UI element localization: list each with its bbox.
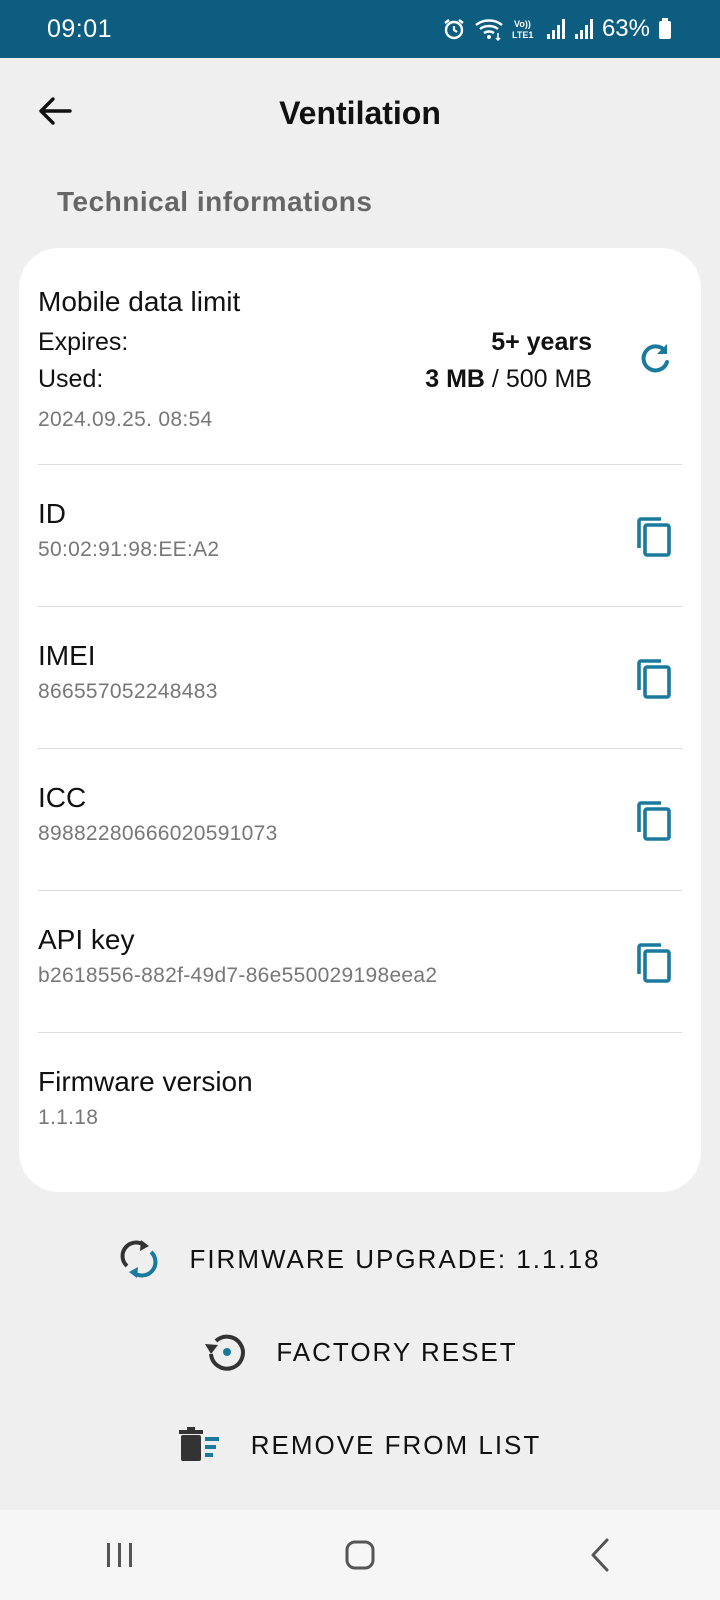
delete-list-icon — [178, 1427, 219, 1461]
api-key-title: API key — [38, 924, 135, 955]
wifi-icon — [475, 19, 503, 41]
copy-api-key-button[interactable] — [629, 938, 681, 990]
copy-id-button[interactable] — [629, 512, 681, 564]
used-line: Used: 3 MB / 500 MB — [38, 365, 592, 394]
battery-icon — [659, 18, 671, 39]
status-icons: Vo)) LTE1 63% — [442, 15, 672, 43]
factory-reset-label: FACTORY RESET — [276, 1336, 518, 1367]
volte-icon: Vo)) LTE1 — [512, 19, 533, 40]
used-value-group: 3 MB / 500 MB — [425, 365, 592, 394]
api-key-value: b2618556-882f-49d7-86e550029198eea2 — [38, 964, 438, 987]
svg-text:Vo)): Vo)) — [514, 19, 531, 29]
imei-row: IMEI 866557052248483 — [38, 640, 682, 704]
factory-reset-button[interactable]: FACTORY RESET — [0, 1317, 720, 1387]
app-bar: Ventilation — [0, 58, 720, 168]
recents-icon — [107, 1543, 132, 1567]
id-title: ID — [38, 498, 66, 529]
back-chevron-icon — [591, 1538, 609, 1572]
icc-title: ICC — [38, 782, 87, 813]
copy-icc-button[interactable] — [629, 796, 681, 848]
id-row: ID 50:02:91:98:EE:A2 — [38, 498, 682, 562]
data-timestamp: 2024.09.25. 08:54 — [38, 408, 213, 431]
signal-icon — [546, 19, 565, 39]
refresh-icon — [641, 344, 669, 373]
status-bar: 09:01 Vo)) LTE1 63% — [0, 0, 720, 58]
section-title: Technical informations — [57, 186, 373, 217]
copy-icon — [637, 659, 671, 699]
firmware-upgrade-button[interactable]: FIRMWARE UPGRADE: 1.1.18 — [0, 1224, 720, 1294]
imei-value: 866557052248483 — [38, 680, 218, 703]
battery-percent: 63% — [601, 15, 650, 42]
copy-icon — [637, 943, 671, 983]
page-title: Ventilation — [279, 94, 441, 131]
svg-text:LTE1: LTE1 — [512, 30, 533, 40]
sync-icon — [121, 1240, 158, 1278]
refresh-button[interactable] — [629, 332, 681, 384]
restore-icon — [205, 1334, 246, 1371]
firmware-row: Firmware version 1.1.18 — [38, 1066, 682, 1130]
copy-icon — [637, 801, 671, 841]
expires-line: Expires: 5+ years — [38, 328, 592, 357]
copy-imei-button[interactable] — [629, 654, 681, 706]
used-separator: / — [484, 365, 506, 393]
remove-from-list-label: REMOVE FROM LIST — [250, 1429, 542, 1460]
home-button[interactable] — [300, 1510, 420, 1600]
divider — [38, 748, 682, 749]
signal-icon — [574, 19, 593, 39]
firmware-title: Firmware version — [38, 1066, 253, 1097]
system-nav-bar — [0, 1510, 720, 1600]
back-nav-button[interactable] — [540, 1510, 660, 1600]
status-time: 09:01 — [47, 14, 113, 43]
divider — [38, 1032, 682, 1033]
expires-label: Expires: — [38, 328, 129, 356]
back-button[interactable] — [30, 86, 80, 136]
home-icon — [345, 1540, 375, 1570]
used-value: 3 MB — [425, 365, 485, 393]
alarm-icon — [444, 19, 464, 40]
firmware-value: 1.1.18 — [38, 1106, 99, 1129]
used-total: 500 MB — [505, 365, 592, 393]
used-label: Used: — [38, 365, 104, 393]
api-key-row: API key b2618556-882f-49d7-86e550029198e… — [38, 924, 682, 988]
mobile-data-title: Mobile data limit — [38, 286, 241, 317]
tech-info-card: Mobile data limit Expires: 5+ years Used… — [19, 248, 701, 1192]
divider — [38, 464, 682, 465]
expires-value: 5+ years — [491, 328, 592, 356]
icc-row: ICC 89882280666020591073 — [38, 782, 682, 846]
remove-from-list-button[interactable]: REMOVE FROM LIST — [0, 1410, 720, 1480]
divider — [38, 890, 682, 891]
recents-button[interactable] — [60, 1510, 180, 1600]
imei-title: IMEI — [38, 640, 96, 671]
icc-value: 89882280666020591073 — [38, 822, 278, 845]
arrow-left-icon — [39, 97, 72, 125]
id-value: 50:02:91:98:EE:A2 — [38, 538, 220, 561]
divider — [38, 606, 682, 607]
copy-icon — [637, 517, 671, 557]
firmware-upgrade-label: FIRMWARE UPGRADE: 1.1.18 — [189, 1243, 601, 1274]
mobile-data-row: Mobile data limit Expires: 5+ years Used… — [38, 286, 682, 432]
